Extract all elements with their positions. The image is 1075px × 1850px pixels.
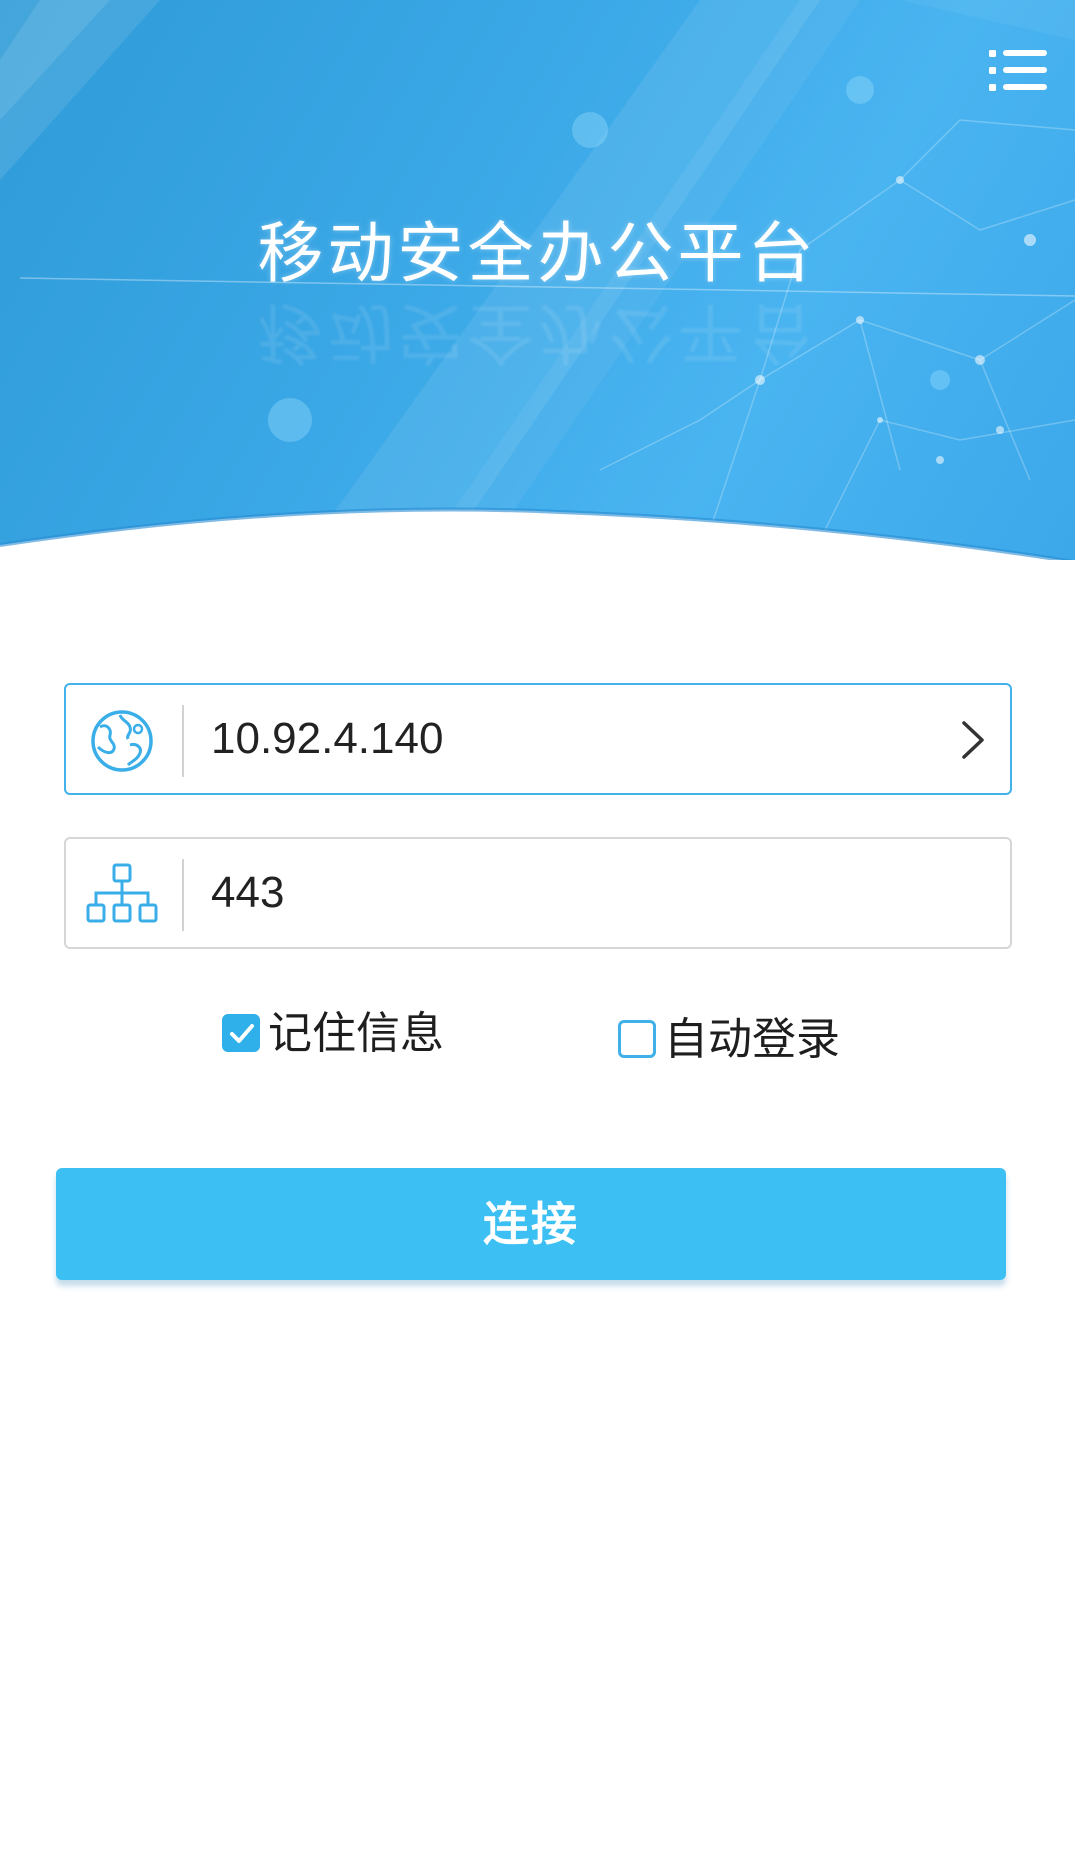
- app-title: 移动安全办公平台: [257, 215, 818, 292]
- field-divider: [182, 859, 184, 931]
- header-banner: 移动安全办公平台 移动安全办公平台: [0, 0, 1075, 560]
- server-address-value[interactable]: 10.92.4.140: [211, 685, 443, 793]
- port-field[interactable]: 443: [64, 837, 1012, 949]
- connect-button[interactable]: 连接: [56, 1168, 1006, 1280]
- auto-login-label: 自动登录: [664, 1014, 840, 1065]
- network-topology-icon: [86, 863, 158, 923]
- server-address-field[interactable]: 10.92.4.140: [64, 683, 1012, 795]
- login-page: 移动安全办公平台 移动安全办公平台 10.92.4.140 443 记住信息 自…: [0, 0, 1075, 1850]
- app-title-reflection: 移动安全办公平台: [257, 294, 818, 371]
- field-divider: [182, 705, 184, 777]
- checkbox-unchecked[interactable]: [618, 1020, 656, 1058]
- checkmark-icon: [230, 1024, 254, 1043]
- menu-list-icon: [989, 50, 1047, 91]
- port-value[interactable]: 443: [211, 839, 284, 947]
- checkbox-checked[interactable]: [222, 1014, 260, 1052]
- chevron-right-icon[interactable]: [958, 719, 988, 761]
- globe-icon: [91, 710, 153, 772]
- remember-info-label: 记住信息: [268, 1008, 444, 1059]
- menu-button[interactable]: [989, 46, 1049, 96]
